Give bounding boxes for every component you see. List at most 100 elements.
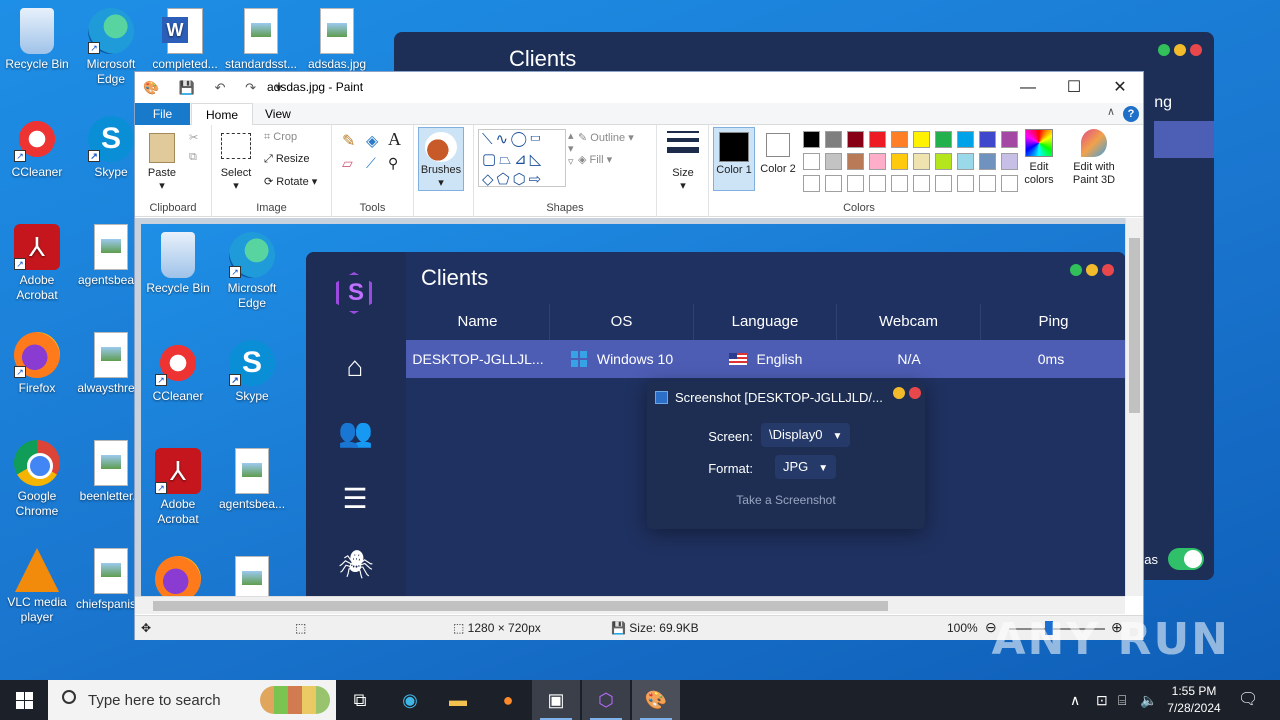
pencil-icon[interactable]: ✎ bbox=[342, 131, 355, 151]
color-swatch[interactable] bbox=[847, 131, 864, 148]
maximize-dot[interactable] bbox=[1158, 44, 1170, 56]
background-toggle[interactable] bbox=[1168, 548, 1204, 570]
tab-file[interactable]: File bbox=[135, 103, 190, 125]
maximize-button[interactable]: ☐ bbox=[1051, 72, 1097, 103]
canvas-area[interactable]: Recycle Bin ↗ Microsoft Edge ↗ CCleaner … bbox=[135, 218, 1125, 596]
select-button[interactable]: Select ▾ bbox=[218, 133, 254, 193]
firefox-taskbar-icon[interactable]: ● bbox=[484, 680, 532, 720]
desktop-icon-recycle-bin[interactable]: Recycle Bin bbox=[0, 8, 74, 72]
copy-icon[interactable]: ⧉ bbox=[189, 151, 197, 164]
fill-button[interactable]: ◈ Fill ▾ bbox=[578, 153, 612, 166]
color-swatch[interactable] bbox=[913, 175, 930, 192]
color-picker-icon[interactable]: ⟋ bbox=[366, 155, 376, 172]
color-swatch[interactable] bbox=[825, 175, 842, 192]
color-swatch[interactable] bbox=[869, 131, 886, 148]
paint3d-button[interactable]: Edit with Paint 3D bbox=[1069, 129, 1119, 187]
color2-button[interactable]: Color 2 bbox=[759, 127, 797, 191]
size-button[interactable]: Size ▾ bbox=[663, 131, 703, 193]
desktop-icon-ccleaner[interactable]: ↗ CCleaner bbox=[0, 116, 74, 180]
fill-bucket-icon[interactable]: ◈ bbox=[366, 131, 378, 151]
color-swatch[interactable] bbox=[1001, 175, 1018, 192]
desktop-icon-completed[interactable]: completed... bbox=[148, 8, 222, 72]
vertical-scrollbar[interactable] bbox=[1125, 218, 1143, 596]
size-group: Size ▾ bbox=[657, 125, 709, 217]
dialog-app-icon bbox=[655, 391, 668, 404]
color-swatch[interactable] bbox=[935, 131, 952, 148]
color-swatch[interactable] bbox=[825, 153, 842, 170]
color-swatch[interactable] bbox=[803, 175, 820, 192]
color-swatch[interactable] bbox=[979, 175, 996, 192]
notifications-icon[interactable]: 🗨 bbox=[1238, 680, 1258, 720]
color-swatch[interactable] bbox=[1001, 131, 1018, 148]
desktop-icon-adsdas[interactable]: adsdas.jpg bbox=[300, 8, 374, 72]
text-icon[interactable]: A bbox=[388, 129, 401, 150]
network-status-icon[interactable]: ⊡ bbox=[1096, 680, 1108, 720]
magnifier-icon[interactable]: ⚲ bbox=[388, 155, 398, 172]
paint-taskbar-icon[interactable]: 🎨 bbox=[632, 680, 680, 720]
color-swatch[interactable] bbox=[847, 153, 864, 170]
color-swatch[interactable] bbox=[803, 131, 820, 148]
collapse-ribbon-icon[interactable]: ∧ bbox=[1107, 105, 1115, 118]
file-explorer-icon[interactable]: ▬ bbox=[434, 680, 482, 720]
minimize-dot[interactable] bbox=[1174, 44, 1186, 56]
task-view-icon[interactable]: ⧉ bbox=[336, 680, 384, 720]
color-swatch[interactable] bbox=[935, 175, 952, 192]
color-swatch[interactable] bbox=[825, 131, 842, 148]
horizontal-scrollbar[interactable] bbox=[135, 596, 1125, 614]
resize-button[interactable]: ⤢ Resize bbox=[264, 153, 309, 166]
rotate-button[interactable]: ⟳ Rotate ▾ bbox=[264, 175, 317, 188]
terminal-taskbar-icon[interactable]: ▣ bbox=[532, 680, 580, 720]
show-hidden-icons[interactable]: ∧ bbox=[1070, 680, 1080, 720]
clients-app-taskbar-icon[interactable]: ⬡ bbox=[582, 680, 630, 720]
color-swatch[interactable] bbox=[979, 153, 996, 170]
color-swatch[interactable] bbox=[891, 175, 908, 192]
horizontal-scroll-thumb[interactable] bbox=[153, 601, 888, 611]
color-swatch[interactable] bbox=[1001, 153, 1018, 170]
color-swatch[interactable] bbox=[979, 131, 996, 148]
tab-home[interactable]: Home bbox=[191, 103, 254, 126]
brushes-button[interactable]: Brushes ▾ bbox=[418, 127, 464, 191]
desktop-icon-standardsst[interactable]: standardsst... bbox=[224, 8, 298, 72]
close-button[interactable]: ✕ bbox=[1097, 72, 1143, 103]
edge-taskbar-icon[interactable]: ◉ bbox=[386, 680, 434, 720]
color-swatch[interactable] bbox=[869, 153, 886, 170]
edit-colors-button[interactable]: Edit colors bbox=[1019, 129, 1059, 187]
color-swatch[interactable] bbox=[891, 131, 908, 148]
vertical-scroll-thumb[interactable] bbox=[1129, 238, 1140, 413]
volume-icon[interactable]: 🔈 bbox=[1140, 680, 1157, 720]
color-swatch[interactable] bbox=[957, 153, 974, 170]
tab-view[interactable]: View bbox=[251, 103, 305, 125]
color1-button[interactable]: Color 1 bbox=[713, 127, 755, 191]
desktop-icon-chrome[interactable]: Google Chrome bbox=[0, 440, 74, 519]
search-box[interactable]: Type here to search bbox=[48, 680, 336, 720]
color-swatch[interactable] bbox=[803, 153, 820, 170]
start-button[interactable] bbox=[0, 680, 48, 720]
color-swatch[interactable] bbox=[935, 153, 952, 170]
paint-window[interactable]: 🎨 💾 ↶ ↷ ▾ adsdas.jpg - Paint — ☐ ✕ File … bbox=[134, 71, 1144, 640]
color-swatch[interactable] bbox=[847, 175, 864, 192]
cut-icon[interactable]: ✂ bbox=[189, 131, 198, 144]
shapes-scroll[interactable]: ▴ ▾ ▿ bbox=[568, 129, 574, 168]
shapes-gallery[interactable]: ⟍∿◯▭ ▢⏢⊿◺ ◇⬠⬡⇨ bbox=[478, 129, 566, 188]
eraser-icon[interactable]: ▱ bbox=[342, 155, 353, 172]
color-swatch[interactable] bbox=[957, 175, 974, 192]
help-icon[interactable]: ? bbox=[1123, 106, 1139, 122]
color-swatch[interactable] bbox=[913, 153, 930, 170]
paste-button[interactable]: Paste ▾ bbox=[145, 133, 179, 193]
color-swatch[interactable] bbox=[913, 131, 930, 148]
image-canvas[interactable]: Recycle Bin ↗ Microsoft Edge ↗ CCleaner … bbox=[141, 224, 1125, 596]
color-swatch[interactable] bbox=[891, 153, 908, 170]
close-dot[interactable] bbox=[1190, 44, 1202, 56]
take-screenshot-button: Take a Screenshot bbox=[736, 493, 836, 507]
color-swatch[interactable] bbox=[957, 131, 974, 148]
desktop-icon-firefox[interactable]: ↗ Firefox bbox=[0, 332, 74, 396]
minimize-button[interactable]: — bbox=[1005, 72, 1051, 103]
outline-button[interactable]: ✎ Outline ▾ bbox=[578, 131, 634, 144]
desktop-icon-vlc[interactable]: VLC media player bbox=[0, 548, 74, 625]
clock[interactable]: 1:55 PM 7/28/2024 bbox=[1160, 683, 1228, 717]
color-swatch[interactable] bbox=[869, 175, 886, 192]
network-icon[interactable]: ⌸ bbox=[1118, 680, 1126, 720]
desktop-icon-acrobat[interactable]: ⅄ ↗ Adobe Acrobat bbox=[0, 224, 74, 303]
crop-button[interactable]: ⌗ Crop bbox=[264, 131, 297, 144]
background-selected-row[interactable] bbox=[1154, 121, 1214, 158]
